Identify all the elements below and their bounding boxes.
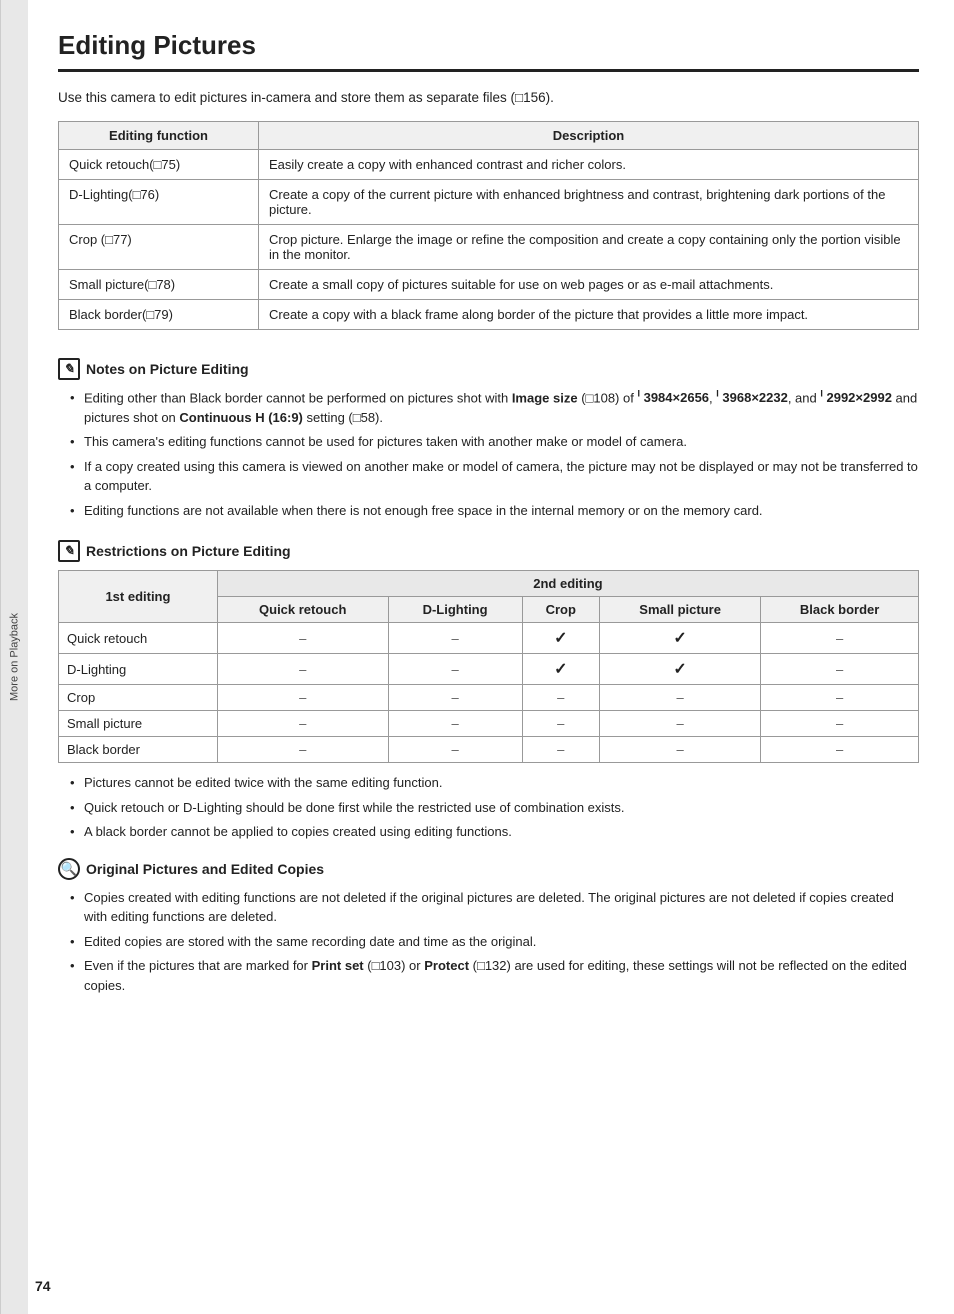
list-item: Edited copies are stored with the same r… — [68, 932, 919, 952]
cell: – — [599, 685, 760, 711]
table-row: Crop – – – – – — [59, 685, 919, 711]
cell: – — [217, 737, 388, 763]
restrictions-col-qr: Quick retouch — [217, 597, 388, 623]
original-header: 🔍 Original Pictures and Edited Copies — [58, 858, 919, 880]
original-section: 🔍 Original Pictures and Edited Copies Co… — [58, 858, 919, 996]
cell: – — [761, 685, 919, 711]
notes-section: ✎ Notes on Picture Editing Editing other… — [58, 358, 919, 520]
restrictions-col-1st: 1st editing — [59, 571, 218, 623]
function-desc: Create a copy of the current picture wit… — [259, 180, 919, 225]
list-item: Even if the pictures that are marked for… — [68, 956, 919, 995]
table-row: Quick retouch – – ✓ ✓ – — [59, 623, 919, 654]
cell: – — [217, 623, 388, 654]
cell: – — [388, 654, 522, 685]
page-title: Editing Pictures — [58, 30, 919, 72]
function-name: Quick retouch(□75) — [59, 150, 259, 180]
list-item: Editing other than Black border cannot b… — [68, 388, 919, 427]
cell: ✓ — [522, 654, 599, 685]
table-row: Quick retouch(□75) Easily create a copy … — [59, 150, 919, 180]
restrictions-table: 1st editing 2nd editing Quick retouch D-… — [58, 570, 919, 763]
cell: – — [761, 623, 919, 654]
table-row: D-Lighting – – ✓ ✓ – — [59, 654, 919, 685]
notes-header: ✎ Notes on Picture Editing — [58, 358, 919, 380]
original-title: Original Pictures and Edited Copies — [86, 861, 324, 877]
restrictions-col-dl: D-Lighting — [388, 597, 522, 623]
table-row: Crop (□77) Crop picture. Enlarge the ima… — [59, 225, 919, 270]
row-label: Crop — [59, 685, 218, 711]
cell: – — [522, 685, 599, 711]
cell: – — [217, 685, 388, 711]
restrictions-header: ✎ Restrictions on Picture Editing — [58, 540, 919, 562]
list-item: Copies created with editing functions ar… — [68, 888, 919, 927]
table-row: Black border – – – – – — [59, 737, 919, 763]
editing-table: Editing function Description Quick retou… — [58, 121, 919, 330]
table-row: Small picture – – – – – — [59, 711, 919, 737]
cell: ✓ — [522, 623, 599, 654]
page-number: 74 — [35, 1278, 51, 1294]
row-label: Black border — [59, 737, 218, 763]
restrictions-col-2nd-span: 2nd editing — [217, 571, 918, 597]
cell: – — [217, 654, 388, 685]
restrictions-col-crop: Crop — [522, 597, 599, 623]
cell: – — [761, 654, 919, 685]
original-list: Copies created with editing functions ar… — [58, 888, 919, 996]
table-row: Black border(□79) Create a copy with a b… — [59, 300, 919, 330]
row-label: Quick retouch — [59, 623, 218, 654]
restrictions-col-sp: Small picture — [599, 597, 760, 623]
list-item: If a copy created using this camera is v… — [68, 457, 919, 496]
list-item: Editing functions are not available when… — [68, 501, 919, 521]
cell: ✓ — [599, 623, 760, 654]
row-label: D-Lighting — [59, 654, 218, 685]
restrictions-col-bb: Black border — [761, 597, 919, 623]
cell: – — [599, 737, 760, 763]
notes-icon: ✎ — [58, 358, 80, 380]
function-desc: Create a copy with a black frame along b… — [259, 300, 919, 330]
table-row: Small picture(□78) Create a small copy o… — [59, 270, 919, 300]
cell: – — [599, 711, 760, 737]
editing-table-header-function: Editing function — [59, 122, 259, 150]
cell: – — [522, 711, 599, 737]
restrictions-title: Restrictions on Picture Editing — [86, 543, 291, 559]
list-item: A black border cannot be applied to copi… — [68, 822, 919, 842]
notes-title: Notes on Picture Editing — [86, 361, 249, 377]
cell: – — [217, 711, 388, 737]
list-item: Quick retouch or D-Lighting should be do… — [68, 798, 919, 818]
cell: ✓ — [599, 654, 760, 685]
restrictions-list: Pictures cannot be edited twice with the… — [58, 773, 919, 842]
function-name: Black border(□79) — [59, 300, 259, 330]
list-item: Pictures cannot be edited twice with the… — [68, 773, 919, 793]
cell: – — [388, 623, 522, 654]
table-row: D-Lighting(□76) Create a copy of the cur… — [59, 180, 919, 225]
notes-list: Editing other than Black border cannot b… — [58, 388, 919, 520]
cell: – — [761, 711, 919, 737]
function-name: Crop (□77) — [59, 225, 259, 270]
restrictions-section: ✎ Restrictions on Picture Editing 1st ed… — [58, 540, 919, 842]
cell: – — [388, 685, 522, 711]
editing-table-header-description: Description — [259, 122, 919, 150]
cell: – — [761, 737, 919, 763]
restrictions-icon: ✎ — [58, 540, 80, 562]
function-name: Small picture(□78) — [59, 270, 259, 300]
function-desc: Crop picture. Enlarge the image or refin… — [259, 225, 919, 270]
cell: – — [388, 737, 522, 763]
original-icon: 🔍 — [58, 858, 80, 880]
sidebar-label: More on Playback — [0, 0, 28, 1314]
function-name: D-Lighting(□76) — [59, 180, 259, 225]
intro-text: Use this camera to edit pictures in-came… — [58, 90, 919, 105]
function-desc: Easily create a copy with enhanced contr… — [259, 150, 919, 180]
row-label: Small picture — [59, 711, 218, 737]
function-desc: Create a small copy of pictures suitable… — [259, 270, 919, 300]
cell: – — [388, 711, 522, 737]
cell: – — [522, 737, 599, 763]
list-item: This camera's editing functions cannot b… — [68, 432, 919, 452]
